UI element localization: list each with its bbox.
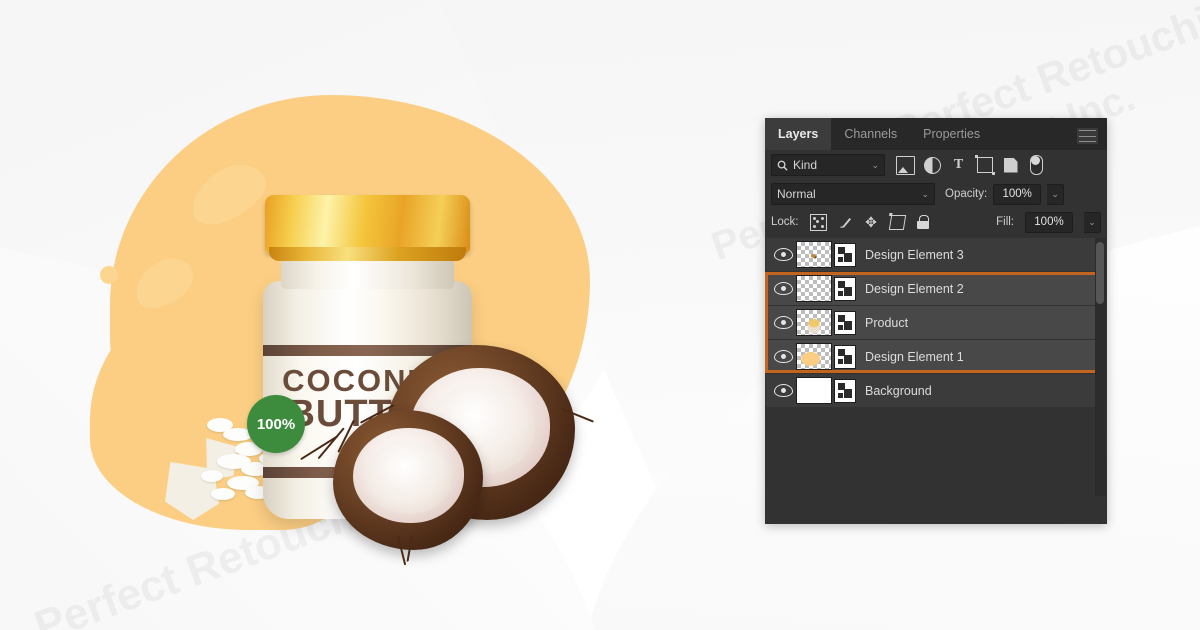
lock-row: Lock: ✥ Fill: 100% ⌄ (765, 208, 1107, 236)
eye-icon (773, 350, 793, 363)
opacity-stepper-chevron-down-icon[interactable]: ⌄ (1047, 183, 1065, 205)
visibility-toggle-background[interactable] (770, 384, 796, 397)
product-artwork: COCONUT BUTTER 100% (60, 40, 700, 600)
layer-row-design-element-2[interactable]: Design Element 2 (766, 272, 1106, 305)
smart-object-badge-icon (834, 310, 856, 335)
jar-lid (265, 195, 470, 261)
shape-layer-filter-icon[interactable] (974, 155, 995, 175)
smart-object-badge-icon (834, 276, 856, 301)
search-icon (777, 160, 788, 171)
layer-name: Product (865, 315, 909, 330)
tab-properties-label: Properties (923, 127, 981, 141)
layer-row-background[interactable]: Background (766, 374, 1106, 407)
tab-layers[interactable]: Layers (765, 118, 832, 150)
droplet-decoration-3 (100, 266, 118, 284)
layer-thumbnail[interactable] (796, 343, 832, 370)
blend-mode-row: Normal ⌄ Opacity: 100% ⌄ (765, 180, 1107, 208)
smart-object-filter-icon[interactable] (1003, 157, 1018, 173)
tab-properties[interactable]: Properties (910, 118, 993, 150)
layers-list: Design Element 3 Design Element 2 Produc… (765, 236, 1107, 496)
lock-all-icon[interactable] (917, 215, 929, 229)
layer-thumbnail[interactable] (796, 309, 832, 336)
eye-icon (773, 384, 793, 397)
layers-scrollbar-track[interactable] (1095, 238, 1106, 496)
photoshop-layers-panel: Layers Channels Properties Kind ⌄ T Norm… (765, 118, 1107, 524)
blend-mode-select[interactable]: Normal ⌄ (771, 183, 935, 205)
panel-tab-bar: Layers Channels Properties (765, 118, 1107, 150)
layer-row-product[interactable]: Product (766, 306, 1106, 339)
layer-name: Design Element 1 (865, 349, 964, 364)
panel-menu-icon[interactable] (1077, 128, 1098, 144)
lock-position-icon[interactable]: ✥ (864, 215, 879, 230)
layer-thumbnail-group (796, 343, 856, 370)
fill-stepper-chevron-down-icon[interactable]: ⌄ (1084, 211, 1101, 233)
filter-type-icons: T (896, 155, 1045, 175)
filter-kind-label: Kind (793, 158, 818, 172)
coconut-half-small (300, 410, 483, 566)
layer-filter-row: Kind ⌄ T (765, 150, 1107, 180)
adjustment-layer-filter-icon[interactable] (924, 156, 941, 174)
opacity-value: 100% (1002, 188, 1032, 200)
lock-image-pixels-icon[interactable] (838, 215, 853, 230)
layer-row-design-element-1[interactable]: Design Element 1 (766, 340, 1106, 373)
lock-artboard-nesting-icon[interactable] (888, 214, 906, 230)
type-layer-filter-icon[interactable]: T (950, 157, 967, 174)
smart-object-badge-icon (834, 242, 856, 267)
layer-thumbnail[interactable] (796, 275, 832, 302)
fill-input[interactable]: 100% (1025, 211, 1073, 233)
layer-thumbnail-group (796, 377, 856, 404)
filter-toggle-switch-icon[interactable] (1030, 155, 1043, 175)
tab-channels-label: Channels (844, 127, 898, 141)
layer-name: Design Element 3 (865, 247, 964, 262)
fill-value: 100% (1034, 216, 1064, 228)
eye-icon (773, 282, 793, 295)
lock-label: Lock: (771, 216, 799, 228)
layer-thumbnail[interactable] (796, 241, 832, 268)
visibility-toggle-design-element-3[interactable] (770, 248, 796, 261)
layer-thumbnail-group (796, 241, 856, 268)
visibility-toggle-design-element-2[interactable] (770, 282, 796, 295)
layer-name: Background (865, 383, 932, 398)
layer-thumbnail[interactable] (796, 377, 832, 404)
smart-object-badge-icon (834, 378, 856, 403)
layer-thumbnail-group (796, 309, 856, 336)
layer-thumbnail-group (796, 275, 856, 302)
visibility-toggle-design-element-1[interactable] (770, 350, 796, 363)
smart-object-badge-icon (834, 344, 856, 369)
opacity-input[interactable]: 100% (993, 183, 1042, 205)
tab-channels[interactable]: Channels (831, 118, 910, 150)
layer-row-design-element-3[interactable]: Design Element 3 (766, 238, 1106, 271)
chevron-down-icon: ⌄ (921, 188, 929, 199)
filter-kind-select[interactable]: Kind ⌄ (771, 154, 885, 176)
eye-icon (773, 248, 793, 261)
screenshot-stage: Perfect Retouching Inc. Perfect Retouchi… (0, 0, 1200, 630)
lock-transparent-pixels-icon[interactable] (809, 213, 827, 231)
opacity-label: Opacity: (945, 188, 988, 200)
chevron-down-icon: ⌄ (871, 159, 879, 170)
visibility-toggle-product[interactable] (770, 316, 796, 329)
coconut-flesh-inner-small (364, 440, 452, 514)
fill-label: Fill: (996, 216, 1014, 228)
pixel-layer-filter-icon[interactable] (896, 155, 915, 175)
eye-icon (773, 316, 793, 329)
layer-name: Design Element 2 (865, 281, 964, 296)
tab-layers-label: Layers (778, 127, 819, 141)
layers-scrollbar-thumb[interactable] (1096, 242, 1104, 304)
badge-100-percent: 100% (247, 395, 305, 453)
blend-mode-value: Normal (777, 187, 816, 201)
